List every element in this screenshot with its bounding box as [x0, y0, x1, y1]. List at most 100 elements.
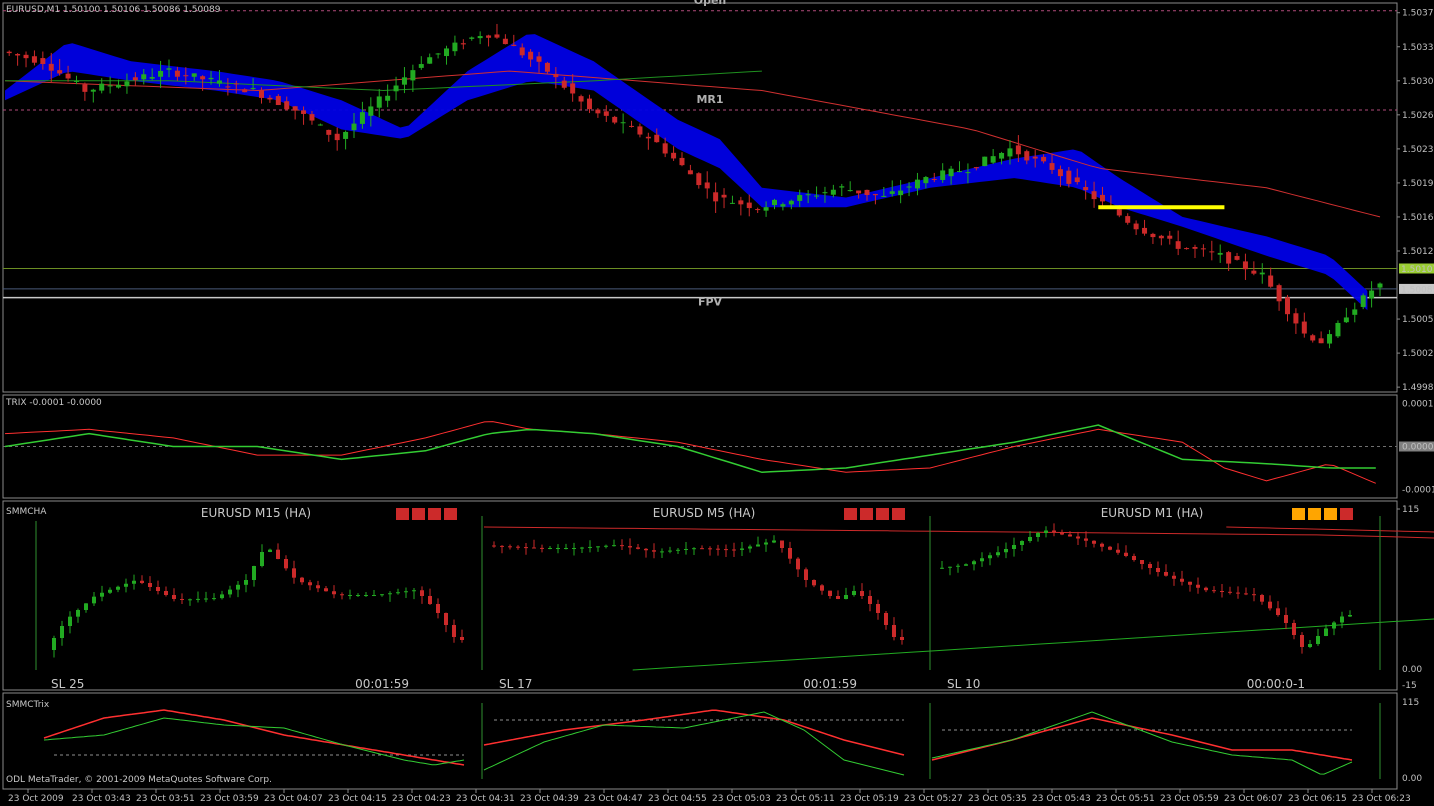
candle-body: [704, 182, 710, 189]
candle-body: [385, 95, 391, 101]
candle-body: [1327, 334, 1333, 344]
candle-body: [1125, 216, 1131, 223]
candle-body: [1192, 247, 1198, 249]
ha-body: [1220, 591, 1224, 592]
ha-body: [516, 546, 520, 548]
candle-body: [132, 77, 138, 81]
smmctrix-red-line: [483, 709, 905, 756]
smmctrix-panel-frame: [2, 692, 1398, 790]
ha-body: [740, 548, 744, 550]
candle-body: [1083, 187, 1089, 191]
smmcha-candles: [52, 543, 464, 658]
smmcha-title: EURUSD M5 (HA): [653, 506, 756, 520]
candle-body: [40, 58, 46, 65]
candle-body: [982, 156, 988, 167]
candle-body: [258, 90, 264, 98]
smmcha-title: EURUSD M15 (HA): [201, 506, 311, 520]
candle-body: [957, 171, 963, 173]
ha-body: [876, 604, 880, 613]
candle-body: [687, 170, 693, 175]
candle-body: [771, 199, 777, 206]
candle-body: [334, 133, 340, 141]
candle-body: [107, 85, 113, 87]
candle-body: [174, 70, 180, 77]
trend-square: [1308, 508, 1321, 520]
candle-body: [73, 80, 79, 82]
candle-body: [637, 126, 643, 135]
candle-body: [309, 114, 315, 121]
y-tick-label: 1.50265: [1402, 111, 1434, 121]
x-tick-label: 23 Oct 05:43: [1032, 794, 1091, 804]
ha-body: [948, 566, 952, 568]
level-label-mr1: MR1: [696, 93, 723, 106]
ha-body: [556, 548, 560, 549]
ha-body: [1076, 536, 1080, 539]
ha-body: [660, 551, 664, 553]
trend-square: [396, 508, 409, 520]
smmcha-timer: 00:00:0-1: [1247, 677, 1305, 691]
candle-body: [578, 96, 584, 102]
candle-body: [1251, 270, 1257, 274]
candle-body: [553, 73, 559, 78]
ha-body: [356, 595, 360, 596]
candle-body: [1142, 227, 1148, 234]
y-tick-label: 1.50300: [1402, 77, 1434, 87]
candle-body: [200, 76, 206, 80]
ha-body: [1316, 636, 1320, 644]
candle-body: [158, 70, 164, 77]
candle-body: [48, 63, 54, 71]
main-panel-frame: [2, 2, 1398, 393]
ha-body: [92, 596, 96, 604]
candle-body: [1217, 252, 1223, 255]
ha-body: [140, 580, 144, 583]
candle-body: [452, 42, 458, 52]
ha-body: [436, 604, 440, 613]
candle-body: [359, 112, 365, 124]
candle-body: [1175, 241, 1181, 249]
candle-body: [267, 97, 273, 100]
candle-body: [797, 195, 803, 201]
ha-body: [868, 596, 872, 604]
x-tick-label: 23 Oct 05:51: [1096, 794, 1155, 804]
y-tick-label: 1.50195: [1402, 179, 1434, 189]
smmcha-title: EURUSD M1 (HA): [1101, 506, 1204, 520]
ha-body: [1172, 575, 1176, 579]
smmctrix-red-line: [43, 709, 465, 766]
candle-body: [250, 87, 256, 89]
candle-body: [275, 96, 281, 106]
candle-body: [418, 64, 424, 68]
ha-body: [1268, 601, 1272, 609]
candle-body: [208, 77, 214, 80]
candle-body: [856, 190, 862, 194]
candle-body: [931, 178, 937, 180]
candle-body: [847, 190, 853, 192]
ha-body: [164, 591, 168, 595]
ha-body: [1156, 568, 1160, 572]
y-tick-label: 1.50335: [1402, 43, 1434, 53]
ha-body: [148, 583, 152, 587]
ha-body: [284, 559, 288, 569]
ha-body: [1084, 538, 1088, 541]
ha-body: [548, 548, 552, 549]
candle-body: [1200, 248, 1206, 250]
candle-body: [999, 152, 1005, 159]
ha-body: [700, 548, 704, 550]
candle-body: [965, 172, 971, 174]
ha-body: [836, 596, 840, 599]
ha-body: [1212, 590, 1216, 592]
ha-body: [364, 595, 368, 596]
ha-body: [1164, 572, 1168, 576]
ha-body: [1348, 615, 1352, 617]
candle-body: [1032, 156, 1038, 159]
ha-body: [540, 547, 544, 549]
candle-body: [1049, 163, 1055, 170]
ha-body: [900, 637, 904, 640]
smmctrix-scale-top: 115: [1402, 698, 1419, 708]
candle-body: [671, 152, 677, 159]
ha-body: [124, 583, 128, 587]
candle-body: [570, 83, 576, 94]
ha-body: [76, 610, 80, 617]
candle-body: [116, 84, 122, 88]
ha-body: [628, 546, 632, 548]
candle-body: [906, 186, 912, 188]
